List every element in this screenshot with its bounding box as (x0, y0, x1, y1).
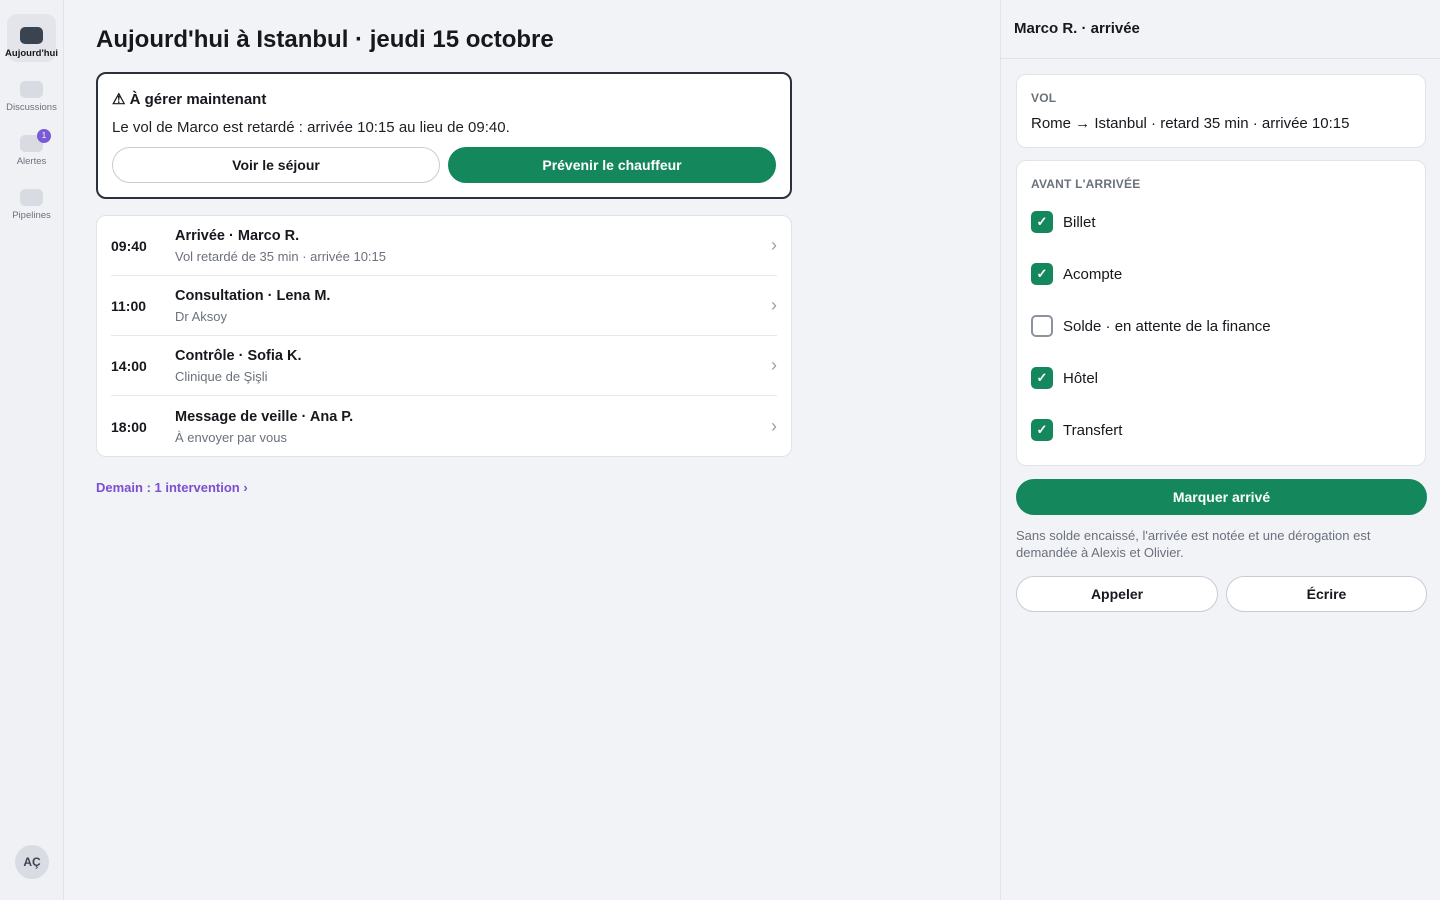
call-button[interactable]: Appeler (1016, 576, 1218, 612)
checklist-item-deposit[interactable]: ✓ Acompte (1031, 263, 1122, 285)
checklist-item-hotel[interactable]: ✓ Hôtel (1031, 367, 1098, 389)
flight-details: Rome → Istanbul · retard 35 min · arrivé… (1031, 115, 1350, 132)
checklist-item-transfer[interactable]: ✓ Transfert (1031, 419, 1122, 441)
discussions-icon (20, 81, 43, 98)
alerts-count-badge: 1 (37, 129, 51, 143)
sidebar-item-label: Alertes (16, 156, 47, 167)
view-stay-button[interactable]: Voir le séjour (112, 147, 440, 183)
row-time: 11:00 (111, 298, 147, 314)
chevron-right-icon: › (771, 235, 777, 255)
sidebar-item-alerts[interactable]: 1 Alertes (7, 122, 56, 170)
sidebar: Aujourd'hui Discussions 1 Alertes Pipeli… (0, 0, 64, 900)
detail-panel: Marco R. · arrivée VOL Rome → Istanbul ·… (1000, 0, 1440, 900)
row-subtitle: À envoyer par vous (175, 430, 288, 445)
checklist-item-label: Billet (1063, 213, 1096, 231)
sidebar-item-today[interactable]: Aujourd'hui (5, 14, 58, 62)
row-title: Message de veille · Ana P. (175, 409, 354, 425)
row-title: Consultation · Lena M. (175, 288, 331, 304)
derogation-note: Sans solde encaissé, l'arrivée est notée… (1016, 528, 1371, 560)
alert-title-text: À gérer maintenant (129, 91, 267, 108)
panel-title: Marco R. · arrivée (1014, 20, 1140, 37)
chevron-right-icon: › (771, 295, 777, 315)
row-time: 14:00 (111, 358, 147, 374)
chevron-right-icon: › (771, 355, 777, 375)
alert-title: ⚠ À gérer maintenant (112, 90, 266, 108)
avatar[interactable]: AÇ (15, 845, 49, 879)
schedule-row[interactable]: 09:40 Arrivée · Marco R. Vol retardé de … (111, 216, 777, 276)
checklist-item-label: Acompte (1063, 265, 1123, 283)
flight-card: VOL Rome → Istanbul · retard 35 min · ar… (1016, 74, 1426, 148)
sidebar-item-label: Discussions (6, 102, 57, 113)
row-title: Contrôle · Sofia K. (175, 348, 302, 364)
write-button[interactable]: Écrire (1226, 576, 1427, 612)
alert-message: Le vol de Marco est retardé : arrivée 10… (112, 119, 510, 136)
page-title: Aujourd'hui à Istanbul · jeudi 15 octobr… (96, 26, 554, 53)
chevron-right-icon: › (771, 416, 777, 436)
sidebar-item-pipelines[interactable]: Pipelines (7, 176, 56, 224)
checklist-item-label: Hôtel (1063, 369, 1099, 387)
checklist-item-balance[interactable]: Solde · en attente de la finance (1031, 315, 1271, 337)
schedule-row[interactable]: 14:00 Contrôle · Sofia K. Clinique de Şi… (111, 336, 777, 396)
tomorrow-link[interactable]: Demain : 1 intervention › (96, 480, 248, 495)
row-time: 18:00 (111, 419, 147, 435)
today-icon (20, 27, 43, 44)
panel-header: Marco R. · arrivée (1001, 0, 1440, 59)
row-title: Arrivée · Marco R. (175, 228, 300, 244)
checklist-card: AVANT L'ARRIVÉE ✓ Billet ✓ Acompte Solde… (1016, 160, 1426, 466)
row-subtitle: Vol retardé de 35 min · arrivée 10:15 (175, 249, 387, 264)
checklist-item-ticket[interactable]: ✓ Billet (1031, 211, 1096, 233)
alerts-icon: 1 (20, 129, 51, 152)
schedule-row[interactable]: 18:00 Message de veille · Ana P. À envoy… (111, 396, 777, 456)
warning-icon: ⚠ (112, 91, 126, 108)
pipelines-icon (20, 189, 43, 206)
checkbox-checked[interactable]: ✓ (1031, 211, 1053, 233)
checklist-label: AVANT L'ARRIVÉE (1031, 177, 1141, 191)
mark-arrived-button[interactable]: Marquer arrivé (1016, 479, 1427, 515)
sidebar-item-label: Pipelines (12, 210, 51, 221)
checkbox-unchecked[interactable] (1031, 315, 1053, 337)
checkbox-checked[interactable]: ✓ (1031, 419, 1053, 441)
notify-driver-button[interactable]: Prévenir le chauffeur (448, 147, 776, 183)
flight-label: VOL (1031, 91, 1057, 105)
schedule-row[interactable]: 11:00 Consultation · Lena M. Dr Aksoy › (111, 276, 777, 336)
row-time: 09:40 (111, 238, 147, 254)
sidebar-item-label: Aujourd'hui (5, 48, 58, 59)
row-subtitle: Dr Aksoy (175, 309, 228, 324)
schedule-list: 09:40 Arrivée · Marco R. Vol retardé de … (96, 215, 792, 457)
checkbox-checked[interactable]: ✓ (1031, 367, 1053, 389)
row-subtitle: Clinique de Şişli (175, 369, 268, 384)
sidebar-item-discussions[interactable]: Discussions (6, 68, 57, 116)
checkbox-checked[interactable]: ✓ (1031, 263, 1053, 285)
checklist-item-label: Transfert (1063, 421, 1123, 439)
alert-card: ⚠ À gérer maintenant Le vol de Marco est… (96, 72, 792, 199)
checklist-item-label: Solde · en attente de la finance (1063, 317, 1271, 335)
